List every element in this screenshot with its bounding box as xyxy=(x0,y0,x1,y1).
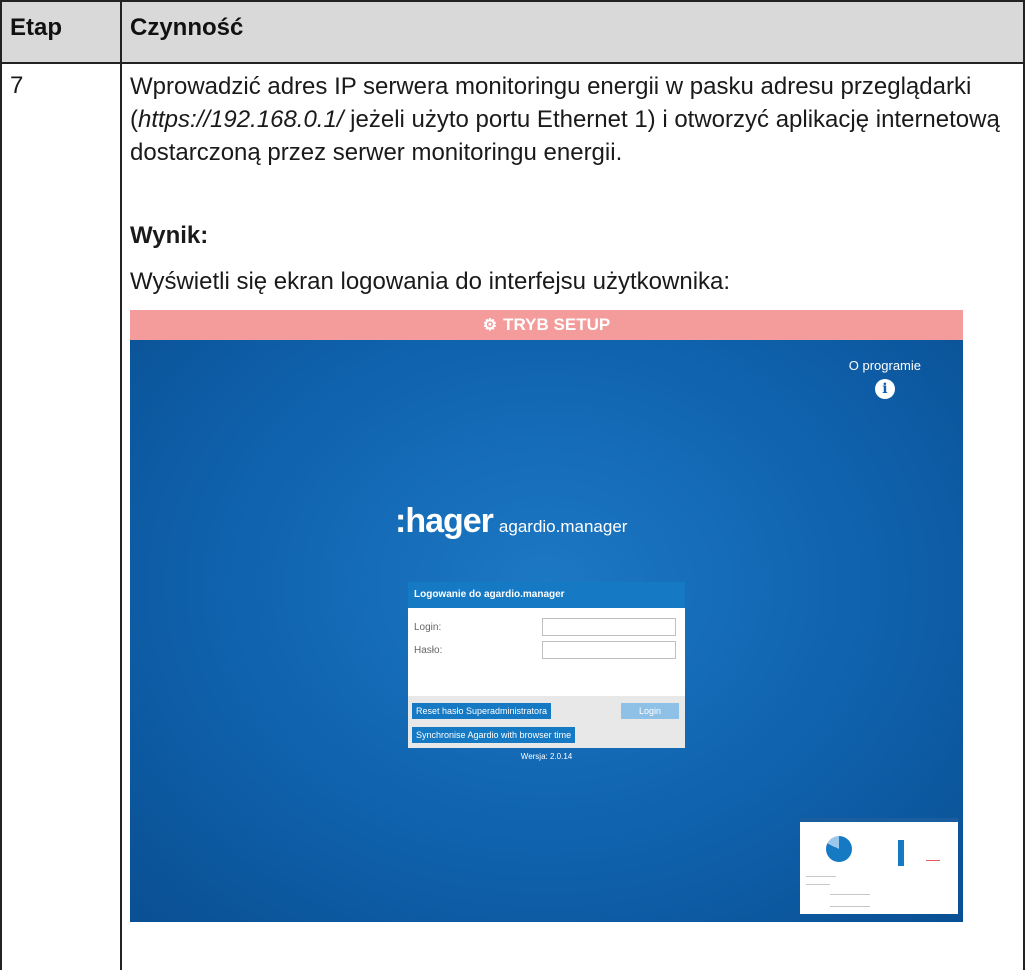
password-input[interactable] xyxy=(542,641,676,659)
login-panel-footer: Reset hasło Superadministratora Login Sy… xyxy=(408,696,685,748)
result-text: Wyświetli się ekran logowania do interfe… xyxy=(130,268,731,295)
about-label: O programie xyxy=(848,358,921,373)
setup-mode-bar: ⚙ TRYB SETUP xyxy=(130,310,963,340)
thumbnail-header xyxy=(800,818,958,822)
gears-icon: ⚙ xyxy=(482,317,498,334)
result-heading: Wynik: xyxy=(130,222,209,249)
column-header-action: Czynność xyxy=(130,14,244,41)
sync-time-button[interactable]: Synchronise Agardio with browser time xyxy=(412,727,576,743)
login-screenshot: ⚙ TRYB SETUP O programie i :hager agardio.… xyxy=(130,310,963,922)
password-label: Hasło: xyxy=(414,645,443,656)
login-button[interactable]: Login xyxy=(621,703,679,719)
table-border-top xyxy=(0,0,1025,2)
table-border-left xyxy=(0,0,2,970)
thumbnail-line xyxy=(830,906,870,907)
info-icon[interactable]: i xyxy=(874,379,895,399)
setup-mode-label: TRYB SETUP xyxy=(503,315,611,334)
table-column-divider xyxy=(120,0,122,970)
login-panel-title: Logowanie do agardio.manager xyxy=(408,582,685,608)
thumbnail-marker xyxy=(926,860,940,861)
instruction-url: https://192.168.0.1/ xyxy=(138,106,344,133)
logo-product: agardio.manager xyxy=(498,517,628,536)
login-label: Login: xyxy=(414,622,442,633)
thumbnail-line xyxy=(830,894,870,895)
reset-password-button[interactable]: Reset hasło Superadministratora xyxy=(412,703,552,719)
column-header-step: Etap xyxy=(10,14,63,41)
thumbnail-line xyxy=(806,876,836,877)
logo-brand: :hager xyxy=(395,502,494,540)
thumbnail-line xyxy=(806,884,830,885)
step-number: 7 xyxy=(10,72,24,99)
instruction-text: Wprowadzić adres IP serwera monitoringu … xyxy=(130,70,1020,169)
dashboard-thumbnail xyxy=(800,818,958,914)
about-link[interactable]: O programie i xyxy=(849,358,921,399)
table-header-divider xyxy=(0,62,1025,64)
thumbnail-bar-chart xyxy=(898,840,904,866)
logo: :hager agardio.manager xyxy=(395,502,627,541)
version-label: Wersja: 2.0.14 xyxy=(520,752,573,761)
login-panel: Logowanie do agardio.manager Login: Hasł… xyxy=(408,582,685,748)
login-input[interactable] xyxy=(542,618,676,636)
thumbnail-pie-chart xyxy=(826,836,852,862)
